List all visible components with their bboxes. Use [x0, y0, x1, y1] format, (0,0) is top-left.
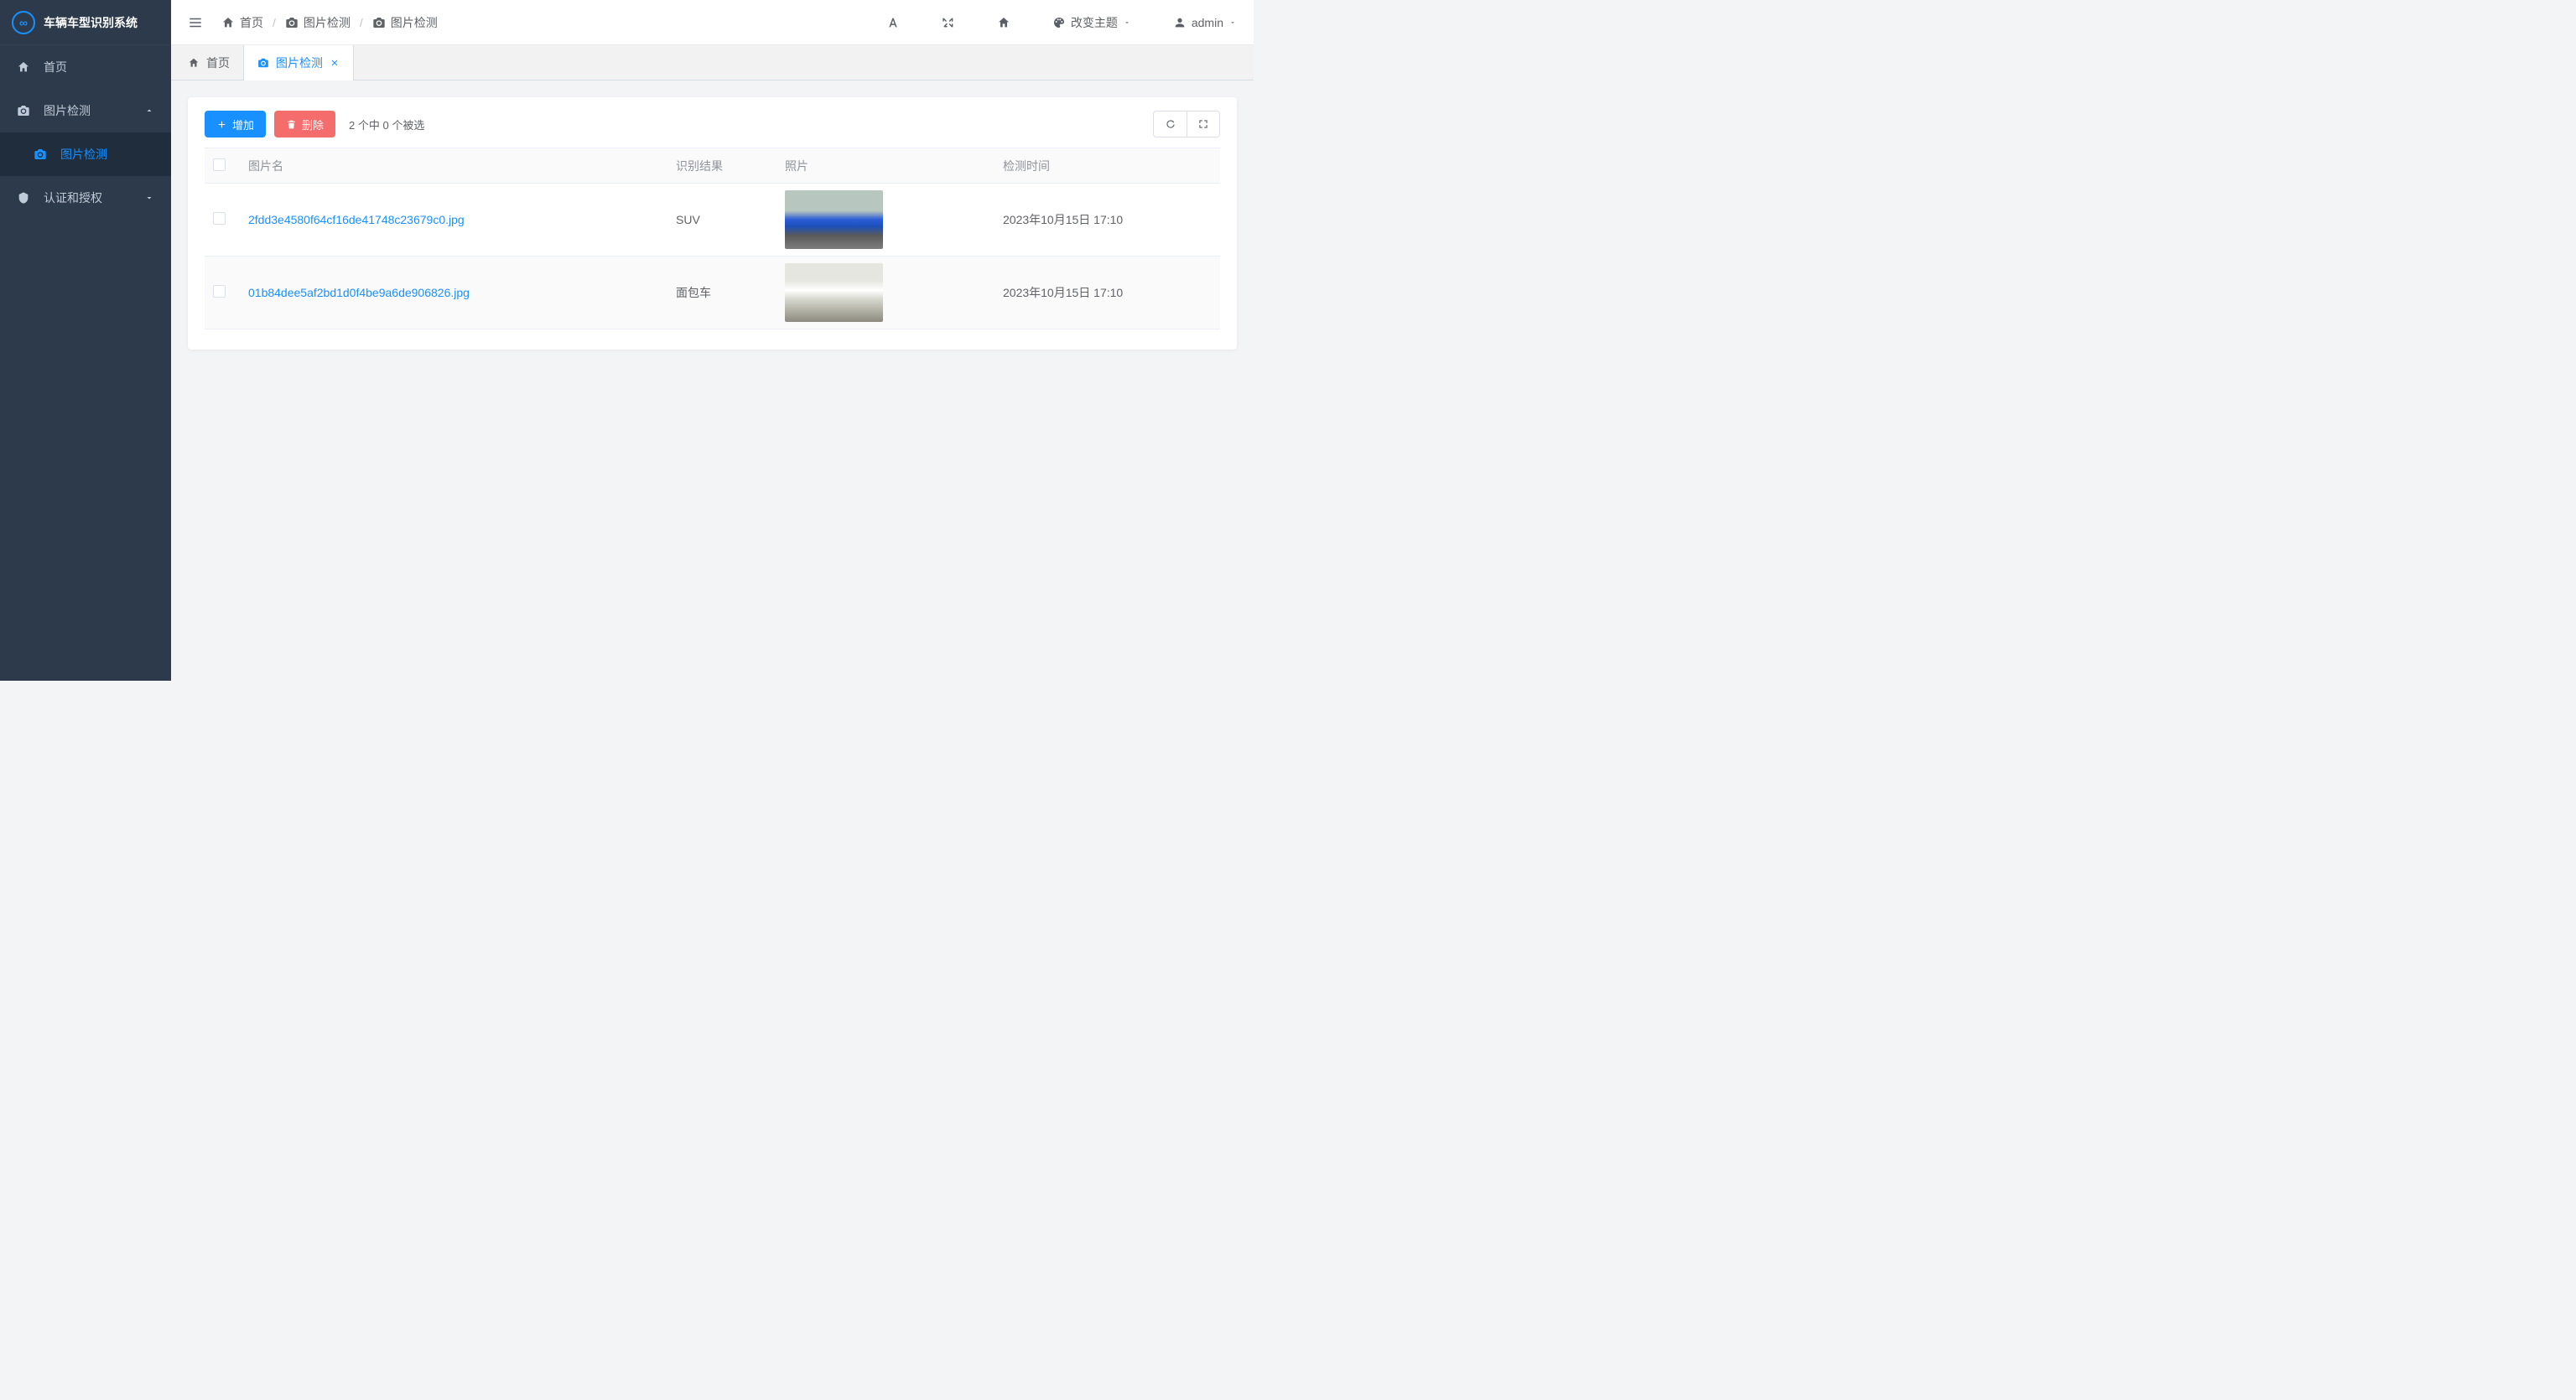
- chevron-down-icon: [144, 193, 154, 203]
- sidebar-header: ∞ 车辆车型识别系统: [0, 0, 171, 45]
- row-thumbnail[interactable]: [785, 263, 883, 322]
- trash-icon: [286, 119, 297, 130]
- delete-button[interactable]: 删除: [274, 111, 335, 137]
- home-icon: [17, 60, 30, 74]
- toolbar-right: [1153, 111, 1220, 137]
- table-row: 2fdd3e4580f64cf16de41748c23679c0.jpg SUV…: [205, 184, 1220, 257]
- table-body: 2fdd3e4580f64cf16de41748c23679c0.jpg SUV…: [205, 184, 1220, 329]
- tab-image-detect[interactable]: 图片检测: [244, 45, 354, 80]
- column-header-photo: 照片: [776, 148, 995, 184]
- camera-icon: [34, 148, 47, 161]
- sidebar-menu: 首页 图片检测 图片检测 认证和授权: [0, 45, 171, 681]
- theme-label: 改变主题: [1071, 14, 1118, 31]
- refresh-icon: [1165, 118, 1176, 130]
- sidebar-item-label: 图片检测: [44, 102, 91, 119]
- sidebar-item-label: 认证和授权: [44, 189, 102, 206]
- breadcrumb-label: 图片检测: [304, 14, 351, 31]
- sidebar-item-label: 图片检测: [60, 146, 107, 163]
- row-result: SUV: [667, 184, 776, 257]
- topbar: 首页 / 图片检测 / 图片检测 改变主题 ad: [171, 0, 1254, 45]
- row-time: 2023年10月15日 17:10: [995, 184, 1220, 257]
- sidebar-item-image-detect[interactable]: 图片检测: [0, 89, 171, 132]
- user-dropdown[interactable]: admin: [1173, 16, 1237, 29]
- app-title: 车辆车型识别系统: [44, 14, 138, 31]
- close-icon[interactable]: [330, 58, 340, 68]
- table-row: 01b84dee5af2bd1d0f4be9a6de906826.jpg 面包车…: [205, 257, 1220, 329]
- row-checkbox[interactable]: [213, 285, 226, 298]
- tab-home[interactable]: 首页: [174, 45, 244, 80]
- row-thumbnail[interactable]: [785, 190, 883, 249]
- add-button[interactable]: 增加: [205, 111, 266, 137]
- data-table: 图片名 识别结果 照片 检测时间 2fdd3e4580f64cf16de4174…: [205, 148, 1220, 329]
- tab-label: 首页: [206, 54, 230, 71]
- fullscreen-icon[interactable]: [942, 16, 955, 29]
- sidebar-item-auth[interactable]: 认证和授权: [0, 176, 171, 220]
- chevron-up-icon: [144, 106, 154, 116]
- plus-icon: [216, 119, 227, 130]
- menu-toggle-icon[interactable]: [188, 15, 203, 30]
- selection-status: 2 个中 0 个被选: [349, 117, 424, 132]
- expand-icon: [1197, 118, 1209, 130]
- breadcrumb-label: 首页: [240, 14, 263, 31]
- user-name-label: admin: [1192, 16, 1223, 29]
- expand-button[interactable]: [1187, 111, 1220, 137]
- select-all-checkbox[interactable]: [213, 158, 226, 171]
- camera-icon: [257, 57, 269, 69]
- camera-icon: [285, 16, 299, 29]
- camera-icon: [372, 16, 386, 29]
- refresh-button[interactable]: [1153, 111, 1187, 137]
- column-header-check: [205, 148, 240, 184]
- row-name-link[interactable]: 01b84dee5af2bd1d0f4be9a6de906826.jpg: [240, 257, 667, 329]
- palette-icon: [1052, 16, 1066, 29]
- row-result: 面包车: [667, 257, 776, 329]
- sidebar-item-home[interactable]: 首页: [0, 45, 171, 89]
- column-header-name[interactable]: 图片名: [240, 148, 667, 184]
- breadcrumb-sep: /: [360, 16, 363, 29]
- content-card: 增加 删除 2 个中 0 个被选: [188, 97, 1237, 350]
- shield-icon: [17, 191, 30, 205]
- logo-icon: ∞: [12, 11, 35, 34]
- user-icon: [1173, 16, 1187, 29]
- delete-label: 删除: [302, 117, 324, 132]
- row-time: 2023年10月15日 17:10: [995, 257, 1220, 329]
- camera-icon: [17, 104, 30, 117]
- sidebar: ∞ 车辆车型识别系统 首页 图片检测 图片检测 认证和授权: [0, 0, 171, 681]
- column-header-time[interactable]: 检测时间: [995, 148, 1220, 184]
- row-checkbox[interactable]: [213, 212, 226, 225]
- home-icon[interactable]: [997, 16, 1010, 29]
- tab-label: 图片检测: [276, 54, 323, 71]
- main: 首页 / 图片检测 / 图片检测 改变主题 ad: [171, 0, 1254, 681]
- tabs-bar: 首页 图片检测: [171, 45, 1254, 80]
- breadcrumb: 首页 / 图片检测 / 图片检测: [221, 14, 438, 31]
- home-icon: [221, 16, 235, 29]
- breadcrumb-item-home[interactable]: 首页: [221, 14, 263, 31]
- theme-switcher[interactable]: 改变主题: [1052, 14, 1131, 31]
- breadcrumb-label: 图片检测: [391, 14, 438, 31]
- chevron-down-icon: [1123, 18, 1131, 27]
- add-label: 增加: [232, 117, 254, 132]
- content: 增加 删除 2 个中 0 个被选: [171, 80, 1254, 681]
- breadcrumb-item-image-detect[interactable]: 图片检测: [372, 14, 438, 31]
- sidebar-item-label: 首页: [44, 59, 67, 75]
- sidebar-subitem-image-detect[interactable]: 图片检测: [0, 132, 171, 176]
- column-header-result[interactable]: 识别结果: [667, 148, 776, 184]
- chevron-down-icon: [1228, 18, 1237, 27]
- home-icon: [188, 57, 200, 69]
- toolbar: 增加 删除 2 个中 0 个被选: [205, 111, 1220, 137]
- breadcrumb-item-image-detect-group[interactable]: 图片检测: [285, 14, 351, 31]
- topbar-right: 改变主题 admin: [886, 14, 1237, 31]
- row-name-link[interactable]: 2fdd3e4580f64cf16de41748c23679c0.jpg: [240, 184, 667, 257]
- table-header-row: 图片名 识别结果 照片 检测时间: [205, 148, 1220, 184]
- breadcrumb-sep: /: [273, 16, 276, 29]
- font-icon[interactable]: [886, 16, 900, 29]
